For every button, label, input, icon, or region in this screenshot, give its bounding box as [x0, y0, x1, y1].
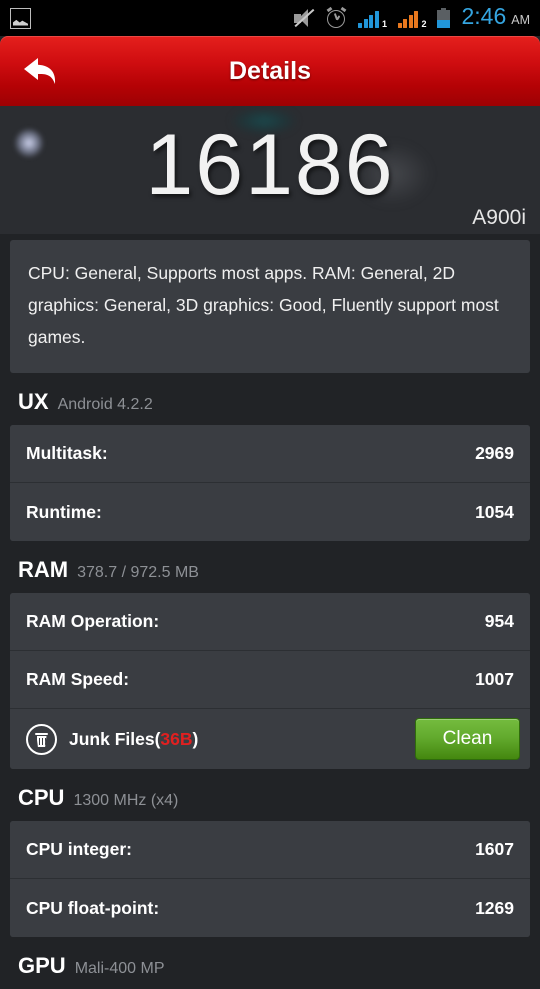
- row-value: 1269: [475, 897, 514, 918]
- benchmark-score: 16186: [145, 117, 395, 213]
- section-title-cpu: CPU: [18, 785, 65, 810]
- signal-2-icon: 2: [397, 8, 427, 29]
- row-value: 1007: [475, 669, 514, 689]
- status-bar-left: [10, 7, 31, 29]
- row-label: RAM Speed:: [26, 669, 130, 689]
- clock-ampm: AM: [511, 12, 530, 27]
- table-row[interactable]: Multitask: 2969: [10, 425, 530, 483]
- row-label: CPU float-point:: [26, 897, 160, 918]
- junk-files-label: Junk Files(36B): [69, 729, 198, 750]
- row-label: RAM Operation:: [26, 611, 160, 631]
- junk-files-row[interactable]: Junk Files(36B) Clean: [10, 709, 530, 769]
- row-value: 1054: [475, 501, 514, 522]
- table-row[interactable]: Runtime: 1054: [10, 483, 530, 541]
- table-row[interactable]: CPU integer: 1607: [10, 821, 530, 879]
- battery-icon: [437, 8, 451, 28]
- screenshot-icon: [10, 7, 31, 29]
- section-title-ux: UX: [18, 389, 49, 414]
- row-value: 2969: [475, 443, 514, 463]
- junk-files-suffix: ): [192, 728, 199, 749]
- table-row[interactable]: CPU float-point: 1269: [10, 879, 530, 937]
- status-bar[interactable]: 1 2 2:46 AM: [0, 0, 540, 36]
- mute-icon: [293, 8, 316, 28]
- section-header-ram: RAM 378.7 / 972.5 MB: [0, 541, 540, 593]
- back-button[interactable]: [16, 49, 68, 93]
- trash-icon: [26, 723, 57, 755]
- summary-description: CPU: General, Supports most apps. RAM: G…: [10, 240, 530, 373]
- section-title-ram: RAM: [18, 557, 69, 582]
- ram-card: RAM Operation: 954 RAM Speed: 1007 Junk …: [10, 593, 530, 769]
- clock-time: 2:46: [461, 2, 507, 29]
- table-row[interactable]: RAM Operation: 954: [10, 593, 530, 651]
- row-value: 954: [484, 611, 514, 631]
- section-subtitle-ram: 378.7 / 972.5 MB: [77, 564, 199, 581]
- app-header: Details: [0, 36, 540, 106]
- alarm-icon: [326, 6, 347, 29]
- section-subtitle-gpu: Mali-400 MP: [74, 960, 165, 977]
- row-label: CPU integer:: [26, 839, 132, 859]
- section-header-cpu: CPU 1300 MHz (x4): [0, 769, 540, 821]
- row-label: Multitask:: [26, 443, 108, 463]
- sim1-label: 1: [381, 19, 387, 29]
- section-header-gpu: GPU Mali-400 MP: [0, 937, 540, 989]
- junk-files-prefix: Junk Files(: [69, 728, 161, 749]
- signal-1-icon: 1: [358, 8, 387, 29]
- clean-button[interactable]: Clean: [415, 718, 520, 760]
- row-label: Runtime:: [26, 501, 102, 522]
- back-arrow-icon: [24, 58, 56, 84]
- junk-files-size: 36B: [160, 728, 193, 749]
- sim2-label: 2: [421, 19, 427, 29]
- cpu-card: CPU integer: 1607 CPU float-point: 1269: [10, 821, 530, 937]
- status-bar-clock: 2:46 AM: [461, 2, 530, 32]
- device-model: A900i: [472, 206, 526, 229]
- score-area: 16186 A900i: [0, 106, 540, 234]
- section-header-ux: UX Android 4.2.2: [0, 373, 540, 425]
- page-title: Details: [229, 56, 311, 85]
- status-bar-right: 1 2 2:46 AM: [293, 2, 530, 32]
- row-value: 1607: [475, 839, 514, 859]
- ux-card: Multitask: 2969 Runtime: 1054: [10, 425, 530, 541]
- section-title-gpu: GPU: [18, 953, 66, 978]
- section-subtitle-ux: Android 4.2.2: [57, 396, 153, 413]
- section-subtitle-cpu: 1300 MHz (x4): [73, 792, 179, 809]
- table-row[interactable]: RAM Speed: 1007: [10, 651, 530, 709]
